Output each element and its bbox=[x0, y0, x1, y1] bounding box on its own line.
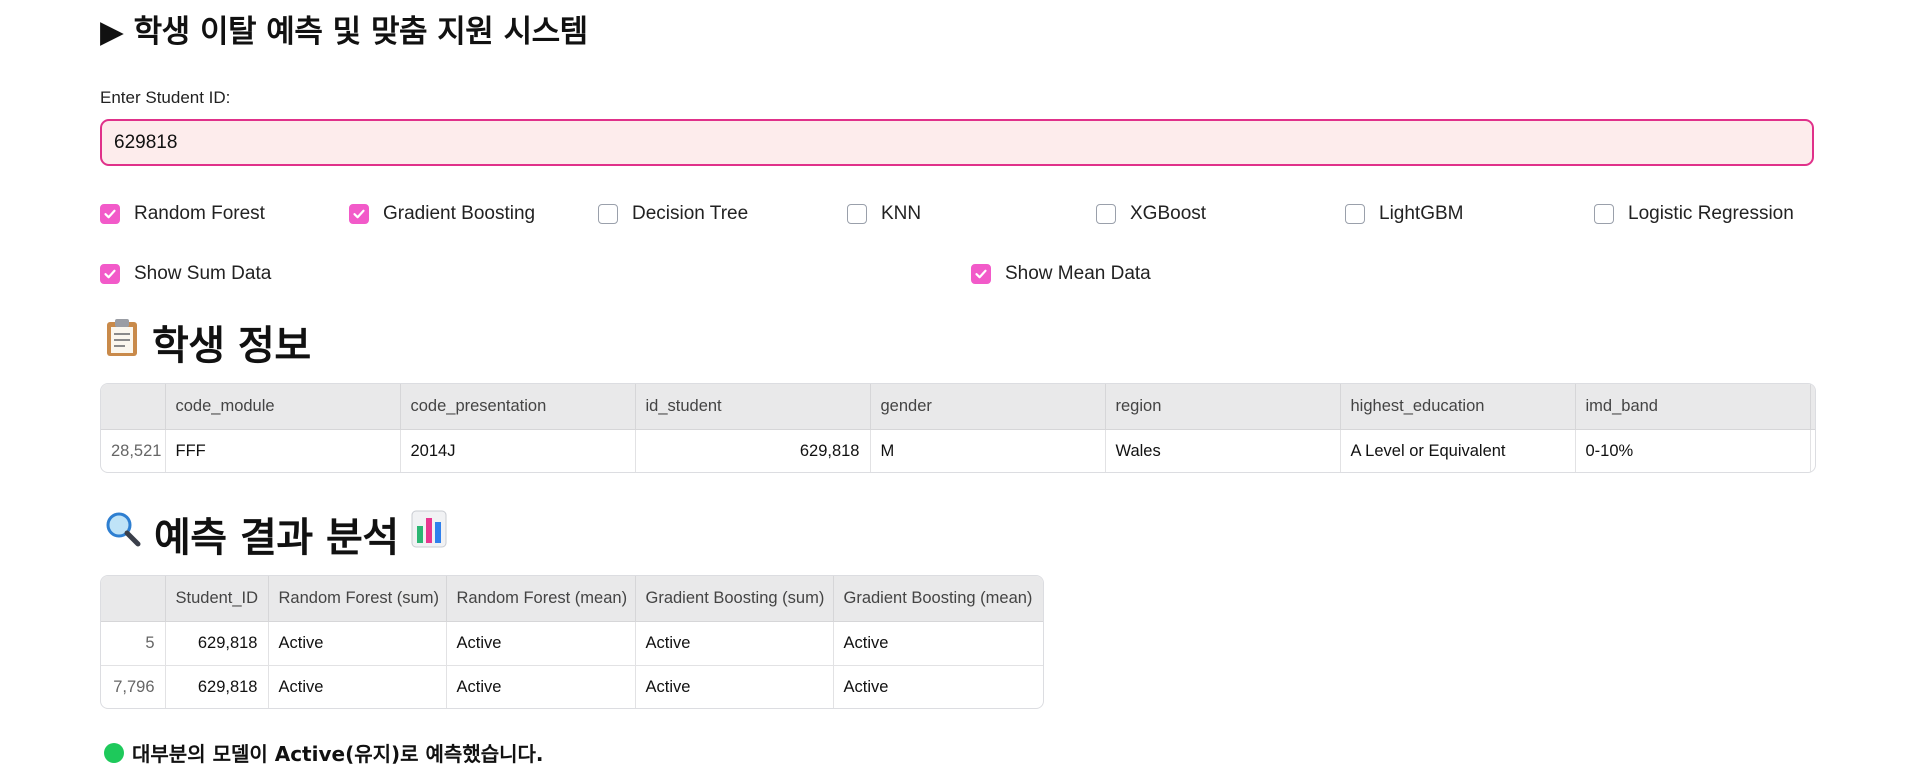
table-cell[interactable]: 629,818 bbox=[165, 621, 269, 666]
column-header[interactable]: a bbox=[1810, 384, 1815, 430]
student-id-label: Enter Student ID: bbox=[100, 88, 231, 107]
checkbox-lightgbm[interactable]: LightGBM bbox=[1345, 201, 1463, 227]
prediction-title: 예측 결과 분석 bbox=[154, 515, 399, 561]
column-header[interactable]: id_student bbox=[635, 384, 871, 430]
column-header-index[interactable] bbox=[101, 384, 166, 430]
checkbox-label: Show Mean Data bbox=[1005, 263, 1151, 284]
student-info-table: code_module code_presentation id_student… bbox=[100, 383, 1816, 473]
table-cell[interactable]: FFF bbox=[165, 429, 401, 472]
table-cell[interactable]: Active bbox=[833, 666, 1043, 709]
table-cell[interactable]: 1 bbox=[1810, 430, 1815, 473]
magnifier-icon bbox=[104, 510, 142, 558]
table-header-row: Student_ID Random Forest (sum) Random Fo… bbox=[101, 576, 1043, 622]
checkbox-box[interactable] bbox=[100, 204, 120, 224]
column-header[interactable]: code_presentation bbox=[400, 384, 636, 430]
bar-chart-icon bbox=[411, 510, 447, 558]
column-header[interactable]: imd_band bbox=[1575, 384, 1811, 430]
row-index[interactable]: 28,521 bbox=[101, 429, 166, 472]
column-header[interactable]: gender bbox=[870, 384, 1106, 430]
check-icon bbox=[975, 269, 987, 279]
student-info-title: 학생 정보 bbox=[152, 323, 311, 369]
checkbox-label: KNN bbox=[881, 203, 922, 224]
row-index[interactable]: 7,796 bbox=[101, 665, 166, 708]
table-cell[interactable]: 629,818 bbox=[165, 665, 269, 708]
check-icon bbox=[104, 209, 116, 219]
checkbox-box[interactable] bbox=[847, 204, 867, 224]
checkbox-xgboost[interactable]: XGBoost bbox=[1096, 201, 1206, 227]
prediction-summary: 대부분의 모델이 Active(유지)로 예측했습니다. bbox=[104, 738, 544, 767]
checkbox-box[interactable] bbox=[349, 204, 369, 224]
table-header-row: code_module code_presentation id_student… bbox=[101, 384, 1815, 430]
table-cell[interactable]: 629,818 bbox=[635, 429, 871, 472]
checkbox-random-forest[interactable]: Random Forest bbox=[100, 201, 265, 227]
checkbox-box[interactable] bbox=[1345, 204, 1365, 224]
column-header[interactable]: Random Forest (sum) bbox=[268, 576, 447, 622]
column-header-index[interactable] bbox=[101, 576, 166, 622]
checkbox-box[interactable] bbox=[1594, 204, 1614, 224]
table-row: 28,521 FFF 2014J 629,818 M Wales A Level… bbox=[101, 429, 1815, 473]
prediction-table: Student_ID Random Forest (sum) Random Fo… bbox=[100, 575, 1044, 709]
checkbox-box[interactable] bbox=[100, 264, 120, 284]
check-icon bbox=[104, 269, 116, 279]
clipboard-icon bbox=[104, 317, 140, 367]
table-cell[interactable]: Active bbox=[268, 665, 447, 708]
check-icon bbox=[353, 209, 365, 219]
table-cell[interactable]: Active bbox=[635, 665, 834, 708]
table-row: 7,796 629,818 Active Active Active Activ… bbox=[101, 665, 1043, 709]
checkbox-logistic-regression[interactable]: Logistic Regression bbox=[1594, 201, 1794, 227]
checkbox-label: LightGBM bbox=[1379, 203, 1464, 224]
checkbox-label: Show Sum Data bbox=[134, 263, 272, 284]
checkbox-box[interactable] bbox=[971, 264, 991, 284]
checkbox-label: Logistic Regression bbox=[1628, 203, 1794, 224]
checkbox-box[interactable] bbox=[1096, 204, 1116, 224]
student-info-heading: 학생 정보 bbox=[104, 313, 311, 371]
table-cell[interactable]: 0-10% bbox=[1575, 429, 1811, 472]
table-cell[interactable]: A Level or Equivalent bbox=[1340, 429, 1576, 472]
column-header[interactable]: highest_education bbox=[1340, 384, 1576, 430]
column-header[interactable]: Student_ID bbox=[165, 576, 269, 622]
column-header[interactable]: Random Forest (mean) bbox=[446, 576, 636, 622]
prediction-summary-text: 대부분의 모델이 Active(유지)로 예측했습니다. bbox=[132, 742, 544, 766]
checkbox-label: Gradient Boosting bbox=[383, 203, 536, 224]
table-cell[interactable]: Active bbox=[833, 621, 1043, 666]
checkbox-box[interactable] bbox=[598, 204, 618, 224]
prediction-heading: 예측 결과 분석 bbox=[104, 505, 447, 563]
student-id-input[interactable] bbox=[100, 119, 1814, 166]
table-row: 5 629,818 Active Active Active Active bbox=[101, 621, 1043, 666]
table-cell[interactable]: Active bbox=[268, 621, 447, 666]
checkbox-decision-tree[interactable]: Decision Tree bbox=[598, 201, 748, 227]
checkbox-label: Random Forest bbox=[134, 203, 265, 224]
column-header[interactable]: Gradient Boosting (mean) bbox=[833, 576, 1043, 622]
table-cell[interactable]: Wales bbox=[1105, 429, 1341, 472]
checkbox-knn[interactable]: KNN bbox=[847, 201, 921, 227]
row-index[interactable]: 5 bbox=[101, 621, 166, 666]
status-dot-icon bbox=[104, 742, 124, 763]
column-header[interactable]: Gradient Boosting (sum) bbox=[635, 576, 834, 622]
checkbox-gradient-boosting[interactable]: Gradient Boosting bbox=[349, 201, 535, 227]
column-header[interactable]: region bbox=[1105, 384, 1341, 430]
table-cell[interactable]: Active bbox=[446, 665, 636, 708]
table-cell[interactable]: Active bbox=[635, 621, 834, 666]
table-cell[interactable]: 2014J bbox=[400, 429, 636, 472]
table-cell[interactable]: Active bbox=[446, 621, 636, 666]
table-cell[interactable]: M bbox=[870, 429, 1106, 472]
checkbox-label: XGBoost bbox=[1130, 203, 1207, 224]
checkbox-show-sum-data[interactable]: Show Sum Data bbox=[100, 261, 271, 287]
column-header[interactable]: code_module bbox=[165, 384, 401, 430]
checkbox-label: Decision Tree bbox=[632, 203, 749, 224]
checkbox-show-mean-data[interactable]: Show Mean Data bbox=[971, 261, 1151, 287]
page-title: ▶ 학생 이탈 예측 및 맞춤 지원 시스템 bbox=[100, 14, 588, 50]
